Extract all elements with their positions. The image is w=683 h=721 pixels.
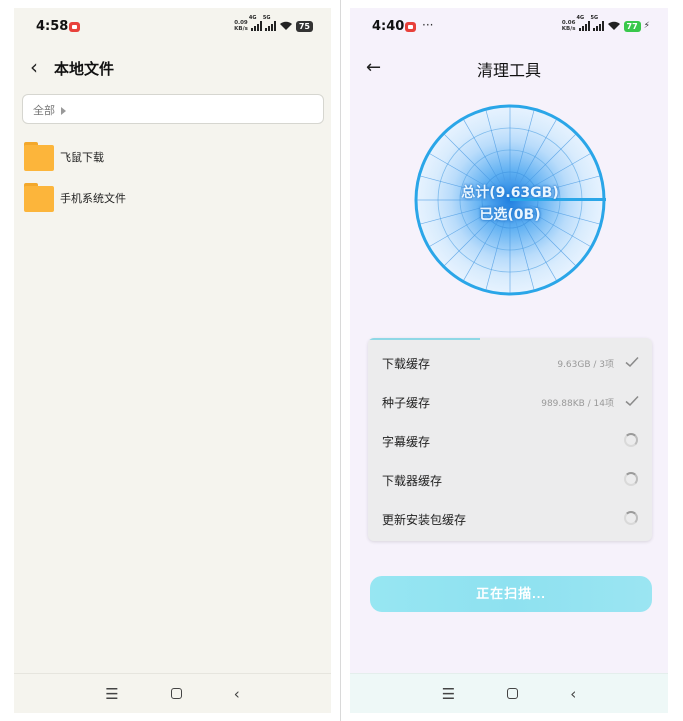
check-icon[interactable] [624, 393, 640, 409]
local-files-screen: 4:58 0.09 KB/s 4G 5G 75 ‹ 本地文件 全部 飞鼠下载 手… [14, 8, 331, 713]
cache-label: 下载缓存 [382, 357, 431, 371]
battery-icon: 75 [295, 20, 313, 32]
screenshot-frame: 4:58 0.09 KB/s 4G 5G 75 ‹ 本地文件 全部 飞鼠下载 手… [0, 0, 683, 721]
folder-item[interactable]: 飞鼠下载 [24, 141, 324, 173]
breadcrumb-label: 全部 [33, 104, 55, 117]
status-bar: 4:58 0.09 KB/s 4G 5G 75 [14, 15, 331, 38]
page-title: 本地文件 [54, 60, 115, 78]
status-icons: 0.09 KB/s 4G 5G 75 [234, 15, 313, 32]
panel-divider [340, 0, 341, 721]
home-icon[interactable] [507, 688, 519, 699]
loading-spinner-icon [624, 511, 638, 525]
gauge-total-label: 总计(9.63GB) [461, 185, 559, 201]
page-title: 清理工具 [476, 61, 541, 80]
cache-row[interactable]: 种子缓存 989.88KB / 14项 [368, 383, 652, 421]
more-notifications-icon: ··· [422, 18, 434, 32]
battery-icon: 77 [623, 20, 641, 32]
nav-back-icon[interactable]: ‹ [234, 685, 240, 703]
system-nav-bar: ☰ ‹ [14, 673, 331, 713]
folder-icon [24, 183, 54, 213]
cache-size: 989.88KB / 14项 [541, 399, 614, 409]
wifi-icon [279, 21, 292, 30]
recent-apps-icon[interactable]: ☰ [442, 685, 455, 703]
network-speed: 0.09 KB/s [234, 20, 248, 32]
loading-spinner-icon [624, 472, 638, 486]
folder-name: 手机系统文件 [60, 192, 126, 205]
system-nav-bar: ☰ ‹ [350, 673, 668, 713]
caret-right-icon [61, 107, 66, 115]
status-icons: 0.06 KB/s 4G 5G 77 ⚡ [561, 15, 650, 32]
cache-label: 字幕缓存 [382, 435, 431, 449]
recent-apps-icon[interactable]: ☰ [105, 685, 118, 703]
status-time: 4:40 [372, 19, 405, 34]
charging-icon: ⚡ [643, 21, 650, 31]
scanning-button[interactable]: 正在扫描... [370, 576, 652, 612]
cache-label: 种子缓存 [382, 396, 431, 410]
signal-5g-icon: 5G [591, 15, 604, 31]
back-chevron-icon[interactable]: ‹ [30, 57, 38, 77]
folder-item[interactable]: 手机系统文件 [24, 182, 324, 214]
cache-row[interactable]: 字幕缓存 [368, 422, 652, 460]
loading-spinner-icon [624, 433, 638, 447]
home-icon[interactable] [170, 688, 182, 699]
page-header: ‹ 本地文件 [14, 56, 331, 78]
signal-4g-icon: 4G [577, 15, 590, 31]
signal-5g-icon: 5G [263, 15, 276, 31]
storage-gauge: 总计(9.63GB) 已选(0B) [414, 104, 606, 296]
check-icon[interactable] [624, 354, 640, 370]
cache-size: 9.63GB / 3项 [557, 360, 614, 370]
folder-icon [24, 142, 54, 172]
status-bar: 4:40 ··· 0.06 KB/s 4G 5G 77 ⚡ [350, 15, 668, 38]
cache-list-card: 下载缓存 9.63GB / 3项 种子缓存 989.88KB / 14项 字幕缓… [368, 338, 652, 541]
nav-back-icon[interactable]: ‹ [570, 685, 576, 703]
breadcrumb[interactable]: 全部 [22, 94, 324, 124]
gauge-selected-label: 已选(0B) [479, 207, 541, 223]
scan-progress-line [368, 338, 480, 340]
screen-record-icon [405, 22, 416, 32]
cache-row[interactable]: 更新安装包缓存 [368, 500, 652, 538]
folder-name: 飞鼠下载 [60, 151, 104, 164]
wifi-icon [607, 21, 620, 30]
status-time: 4:58 [36, 19, 69, 34]
signal-4g-icon: 4G [249, 15, 262, 31]
network-speed: 0.06 KB/s [561, 20, 576, 32]
screen-record-icon [69, 22, 80, 32]
page-header: ← 清理工具 [350, 56, 668, 80]
cache-row[interactable]: 下载缓存 9.63GB / 3项 [368, 344, 652, 382]
cache-label: 下载器缓存 [382, 474, 443, 488]
cache-label: 更新安装包缓存 [382, 513, 467, 527]
cache-row[interactable]: 下载器缓存 [368, 461, 652, 499]
cleaner-tool-screen: 4:40 ··· 0.06 KB/s 4G 5G 77 ⚡ ← 清理工具 总计(… [350, 8, 668, 713]
